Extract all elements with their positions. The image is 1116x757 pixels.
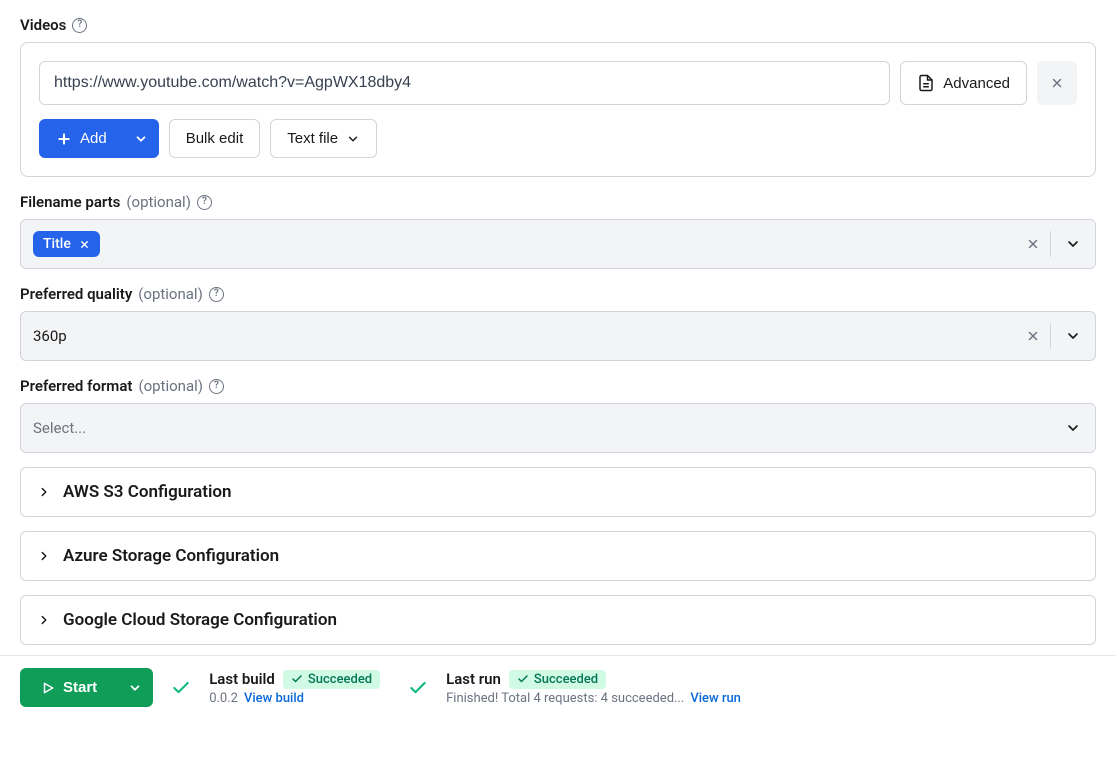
chevron-down-icon xyxy=(134,132,148,146)
advanced-button-label: Advanced xyxy=(943,75,1010,92)
optional-text: (optional) xyxy=(126,193,191,211)
text-file-button[interactable]: Text file xyxy=(270,119,377,158)
filename-parts-label: Filename parts (optional) ? xyxy=(20,193,1096,211)
run-status-text: Succeeded xyxy=(534,672,598,687)
filename-parts-select[interactable]: Title xyxy=(20,219,1096,269)
help-icon[interactable]: ? xyxy=(209,379,224,394)
last-build-label: Last build xyxy=(209,670,275,688)
chevron-right-icon xyxy=(37,613,51,627)
video-url-input[interactable] xyxy=(39,61,890,105)
build-status-badge: Succeeded xyxy=(283,670,380,689)
footer-bar: Start Last build Succeeded 0.0.2 View bu… xyxy=(0,655,1116,717)
text-file-label: Text file xyxy=(287,130,338,147)
chevron-right-icon xyxy=(37,485,51,499)
preferred-quality-label-text: Preferred quality xyxy=(20,285,132,303)
add-button-group: Add xyxy=(39,119,159,158)
build-version: 0.0.2 xyxy=(209,691,238,706)
add-button[interactable]: Add xyxy=(39,119,124,158)
chevron-down-icon xyxy=(128,681,142,695)
help-icon[interactable]: ? xyxy=(72,18,87,33)
preferred-format-label: Preferred format (optional) ? xyxy=(20,377,1096,395)
accordion-gcs[interactable]: Google Cloud Storage Configuration xyxy=(20,595,1096,645)
bulk-edit-button[interactable]: Bulk edit xyxy=(169,119,261,158)
run-message: Finished! Total 4 requests: 4 succeeded.… xyxy=(446,691,684,706)
close-icon xyxy=(1050,76,1064,90)
videos-label: Videos ? xyxy=(20,16,1096,34)
preferred-quality-select[interactable]: 360p xyxy=(20,311,1096,361)
plus-icon xyxy=(56,131,72,147)
chevron-down-icon[interactable] xyxy=(1051,312,1095,360)
accordion-title: AWS S3 Configuration xyxy=(63,482,232,502)
run-status-badge: Succeeded xyxy=(509,670,606,689)
chip-label: Title xyxy=(43,236,71,252)
check-icon xyxy=(408,678,428,698)
check-icon xyxy=(171,678,191,698)
optional-text: (optional) xyxy=(138,285,203,303)
remove-url-button xyxy=(1037,61,1077,105)
add-dropdown-button[interactable] xyxy=(123,119,159,158)
preferred-format-select[interactable]: Select... xyxy=(20,403,1096,453)
chevron-down-icon xyxy=(346,132,360,146)
preferred-format-label-text: Preferred format xyxy=(20,377,132,395)
view-run-link[interactable]: View run xyxy=(690,691,741,706)
chip-remove-icon[interactable] xyxy=(79,239,90,250)
videos-card: Advanced Add xyxy=(20,42,1096,177)
help-icon[interactable]: ? xyxy=(209,287,224,302)
play-icon xyxy=(41,681,55,695)
preferred-format-placeholder: Select... xyxy=(33,419,86,437)
accordion-azure[interactable]: Azure Storage Configuration xyxy=(20,531,1096,581)
help-icon[interactable]: ? xyxy=(197,195,212,210)
bulk-edit-label: Bulk edit xyxy=(186,130,244,147)
advanced-button[interactable]: Advanced xyxy=(900,61,1027,105)
accordion-title: Azure Storage Configuration xyxy=(63,546,279,566)
add-button-label: Add xyxy=(80,130,107,147)
last-run-label: Last run xyxy=(446,670,501,688)
optional-text: (optional) xyxy=(138,377,203,395)
videos-label-text: Videos xyxy=(20,16,66,34)
start-button-group: Start xyxy=(20,668,153,707)
chevron-down-icon[interactable] xyxy=(1051,404,1095,452)
chevron-right-icon xyxy=(37,549,51,563)
filename-parts-label-text: Filename parts xyxy=(20,193,120,211)
clear-icon[interactable] xyxy=(1016,329,1050,343)
check-icon xyxy=(291,673,303,685)
last-build-block: Last build Succeeded 0.0.2 View build xyxy=(209,670,380,706)
filename-chip: Title xyxy=(33,231,100,257)
accordion-title: Google Cloud Storage Configuration xyxy=(63,610,337,630)
build-status-text: Succeeded xyxy=(308,672,372,687)
view-build-link[interactable]: View build xyxy=(244,691,304,706)
clear-icon[interactable] xyxy=(1016,237,1050,251)
start-button-label: Start xyxy=(63,679,97,696)
preferred-quality-label: Preferred quality (optional) ? xyxy=(20,285,1096,303)
start-dropdown-button[interactable] xyxy=(117,668,153,707)
accordion-aws[interactable]: AWS S3 Configuration xyxy=(20,467,1096,517)
last-run-block: Last run Succeeded Finished! Total 4 req… xyxy=(446,670,741,706)
chevron-down-icon[interactable] xyxy=(1051,220,1095,268)
preferred-quality-value: 360p xyxy=(33,327,67,345)
check-icon xyxy=(517,673,529,685)
start-button[interactable]: Start xyxy=(20,668,118,707)
document-icon xyxy=(917,74,935,92)
